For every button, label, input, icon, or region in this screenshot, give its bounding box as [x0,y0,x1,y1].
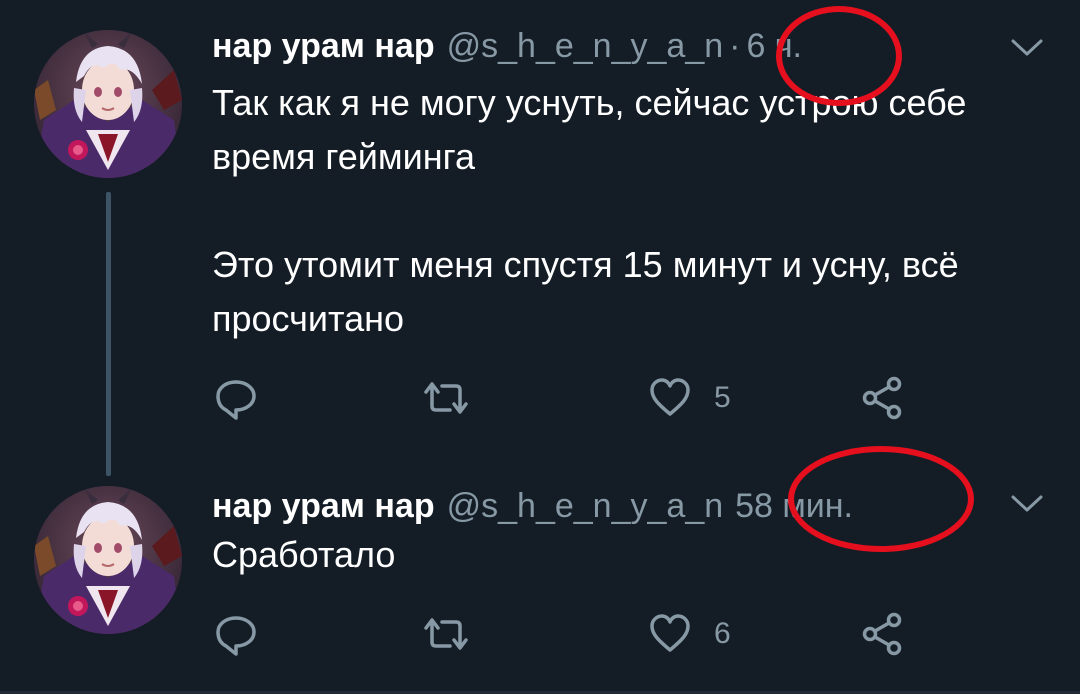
like-button[interactable]: 6 [648,612,731,656]
like-count: 5 [714,381,731,414]
tweet-actions: 5 [212,376,912,420]
heart-icon [650,614,690,652]
reply-icon [216,380,256,420]
avatar-illustration [34,30,182,178]
tweet-text: Так как я не могу уснуть, сейчас устрою … [212,76,1032,346]
user-handle[interactable]: @s_h_e_n_y_a_n [447,27,724,66]
chevron-down-icon[interactable] [1010,492,1044,516]
avatar[interactable] [34,30,182,178]
avatar[interactable] [34,486,182,634]
chevron-down-icon[interactable] [1010,36,1044,60]
share-icon [862,612,902,656]
timestamp-highlight-circle [788,446,974,552]
tweet-actions: 6 [212,612,912,656]
share-icon [862,376,902,420]
retweet-icon [424,618,468,650]
share-button[interactable] [860,612,904,656]
retweet-icon [424,382,468,414]
reply-button[interactable] [214,376,280,420]
timestamp-highlight-circle [776,6,902,106]
tweet-paragraph: Так как я не могу уснуть, сейчас устрою … [212,82,967,177]
tweet-header: нар урам нар @s_h_e_n_y_a_n 58 мин. [212,482,853,530]
tweet[interactable]: нар урам нар @s_h_e_n_y_a_n · 6 ч. Так к… [0,0,1080,440]
like-count: 6 [714,617,731,650]
share-button[interactable] [860,376,904,420]
separator-dot: · [729,26,741,65]
display-name[interactable]: нар урам нар [212,27,435,66]
retweet-button[interactable] [422,612,492,656]
like-button[interactable]: 5 [648,376,731,420]
tweet-paragraph: Это утомит меня спустя 15 минут и усну, … [212,244,959,339]
avatar-illustration [34,486,182,634]
display-name[interactable]: нар урам нар [212,487,435,526]
reply-icon [216,616,256,656]
retweet-button[interactable] [422,376,492,420]
user-handle[interactable]: @s_h_e_n_y_a_n [447,487,724,526]
reply-button[interactable] [214,612,280,656]
heart-icon [650,378,690,416]
tweet-header: нар урам нар @s_h_e_n_y_a_n · 6 ч. [212,22,802,70]
